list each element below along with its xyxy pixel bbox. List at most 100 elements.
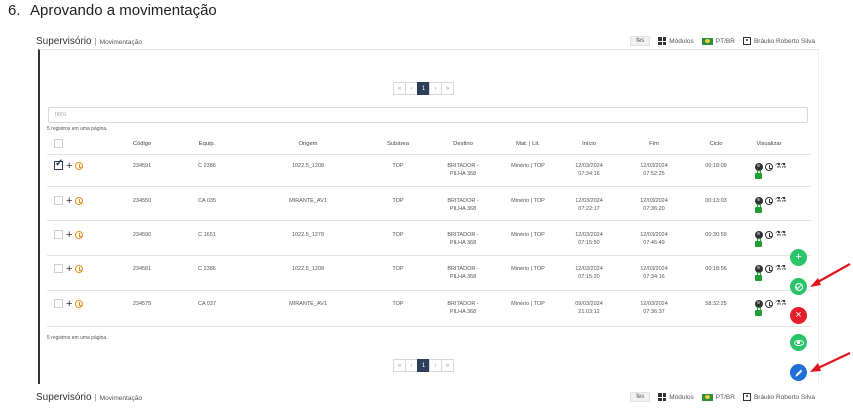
header-fim[interactable]: Fim	[649, 140, 659, 148]
modules-button[interactable]: Módulos	[658, 37, 694, 45]
topbar-actions: fes Módulos PT/BR Bráulio Roberto Silva	[630, 36, 815, 46]
fim-time: 07:36:37	[643, 309, 665, 315]
inicio-date: 12/03/2024	[575, 266, 603, 272]
cell-subarea: TOP	[392, 301, 404, 307]
cell-subarea: TOP	[392, 163, 404, 169]
cell-codigo: 234581	[132, 266, 152, 272]
app-title[interactable]: Supervisório	[36, 392, 92, 403]
breadcrumb-separator: |	[94, 36, 97, 46]
pagination-top: « ‹ 1 › »	[393, 82, 454, 95]
lock-icon[interactable]	[755, 170, 762, 179]
expand-icon[interactable]: +	[66, 299, 72, 310]
clock-icon[interactable]	[765, 197, 773, 205]
reject-button[interactable]: ×	[790, 307, 807, 324]
row-checkbox[interactable]	[54, 264, 63, 273]
cell-material: Minério | TOP	[511, 266, 545, 272]
lock-icon[interactable]	[755, 204, 762, 213]
cell-visualizar: ⚗⚗	[755, 299, 787, 320]
cell-destino: BRITADOR - PILHA 368	[447, 231, 478, 247]
destino-line2: PILHA 368	[449, 171, 477, 177]
check-circle-icon	[794, 282, 803, 291]
records-info-top: 5 registros em uma página.	[47, 126, 108, 132]
header-ciclo[interactable]: Ciclo	[710, 140, 723, 148]
content-panel	[38, 49, 819, 384]
row-divider	[47, 326, 811, 327]
clock-icon[interactable]	[765, 300, 773, 308]
language-label: PT/BR	[715, 393, 735, 401]
cell-codigo: 234591	[132, 163, 152, 169]
cell-ciclo: 00:30:59	[705, 232, 727, 238]
cell-material: Minério | TOP	[511, 198, 545, 204]
cell-codigo: 234590	[132, 232, 152, 238]
user-name: Bráulio Roberto Silva	[753, 37, 815, 45]
header-divider	[47, 154, 811, 155]
grid-icon	[658, 37, 667, 45]
network-icon[interactable]: ⚗⚗	[775, 230, 787, 238]
header-material[interactable]: Mat. | Lit.	[516, 140, 540, 148]
view-button[interactable]	[790, 334, 807, 351]
fim-date: 12/03/2024	[640, 266, 668, 272]
row-divider	[47, 186, 811, 187]
network-icon[interactable]: ⚗⚗	[775, 264, 787, 272]
expand-icon[interactable]: +	[66, 161, 72, 172]
lock-icon[interactable]	[755, 307, 762, 316]
expand-icon[interactable]: +	[66, 264, 72, 275]
lock-icon[interactable]	[755, 238, 762, 247]
fim-time: 07:36:20	[643, 206, 665, 212]
fim-time: 07:46:49	[643, 240, 665, 246]
row-checkbox[interactable]	[54, 158, 63, 170]
language-selector[interactable]: PT/BR	[701, 393, 735, 401]
header-equip[interactable]: Equip.	[199, 140, 215, 148]
header-origem[interactable]: Origem	[298, 140, 317, 148]
header-inicio[interactable]: Início	[582, 140, 596, 148]
cell-equip: C 2386	[198, 163, 216, 169]
approve-button[interactable]	[790, 278, 807, 295]
cell-fim: 12/03/2024 07:36:20	[640, 197, 668, 213]
network-icon[interactable]: ⚗⚗	[775, 162, 787, 170]
cell-inicio: 09/03/2024 21:03:12	[575, 300, 603, 316]
select-all-checkbox[interactable]	[54, 139, 63, 148]
header-codigo[interactable]: Código	[133, 140, 151, 148]
app-title[interactable]: Supervisório	[36, 36, 92, 47]
cell-equip: CA 035	[197, 198, 217, 204]
cell-equip: C 1651	[198, 232, 216, 238]
modules-button[interactable]: Módulos	[658, 393, 694, 401]
clock-icon[interactable]	[765, 163, 773, 171]
last-page-button[interactable]: »	[441, 82, 454, 95]
row-checkbox[interactable]	[54, 196, 63, 205]
fim-date: 12/03/2024	[640, 163, 668, 169]
row-divider	[47, 220, 811, 221]
inicio-time: 07:34:16	[578, 171, 600, 177]
last-page-button[interactable]: »	[441, 359, 454, 372]
fes-badge[interactable]: fes	[630, 392, 651, 402]
breadcrumb: Supervisório | Movimentação	[36, 392, 142, 403]
cell-ciclo: 00:18:09	[705, 163, 727, 169]
header-destino[interactable]: Destino	[453, 140, 473, 148]
network-icon[interactable]: ⚗⚗	[775, 299, 787, 307]
row-checkbox[interactable]	[54, 230, 63, 239]
row-checkbox[interactable]	[54, 299, 63, 308]
clock-icon[interactable]	[765, 231, 773, 239]
expand-icon[interactable]: +	[66, 196, 72, 207]
lock-icon[interactable]	[755, 272, 762, 281]
network-icon[interactable]: ⚗⚗	[775, 196, 787, 204]
cell-subarea: TOP	[392, 198, 404, 204]
user-menu[interactable]: Bráulio Roberto Silva	[742, 37, 815, 45]
header-subarea[interactable]: Subárea	[387, 140, 409, 148]
add-button[interactable]: +	[790, 249, 807, 266]
user-icon	[742, 393, 751, 401]
clock-icon[interactable]	[765, 265, 773, 273]
user-icon	[742, 37, 751, 45]
language-selector[interactable]: PT/BR	[701, 37, 735, 45]
edit-button[interactable]	[790, 364, 807, 381]
cell-visualizar: ⚗⚗	[755, 230, 787, 251]
filter-input[interactable]	[48, 107, 808, 123]
user-menu[interactable]: Bráulio Roberto Silva	[742, 393, 815, 401]
document-heading: 6. Aprovando a movimentação	[8, 2, 217, 19]
records-info-bottom: 5 registros em uma página.	[47, 335, 108, 341]
cell-ciclo: 00:18:56	[705, 266, 727, 272]
expand-icon[interactable]: +	[66, 230, 72, 241]
fes-badge[interactable]: fes	[630, 36, 651, 46]
destino-line1: BRITADOR -	[447, 198, 479, 204]
cell-fim: 12/03/2024 07:34:16	[640, 265, 668, 281]
